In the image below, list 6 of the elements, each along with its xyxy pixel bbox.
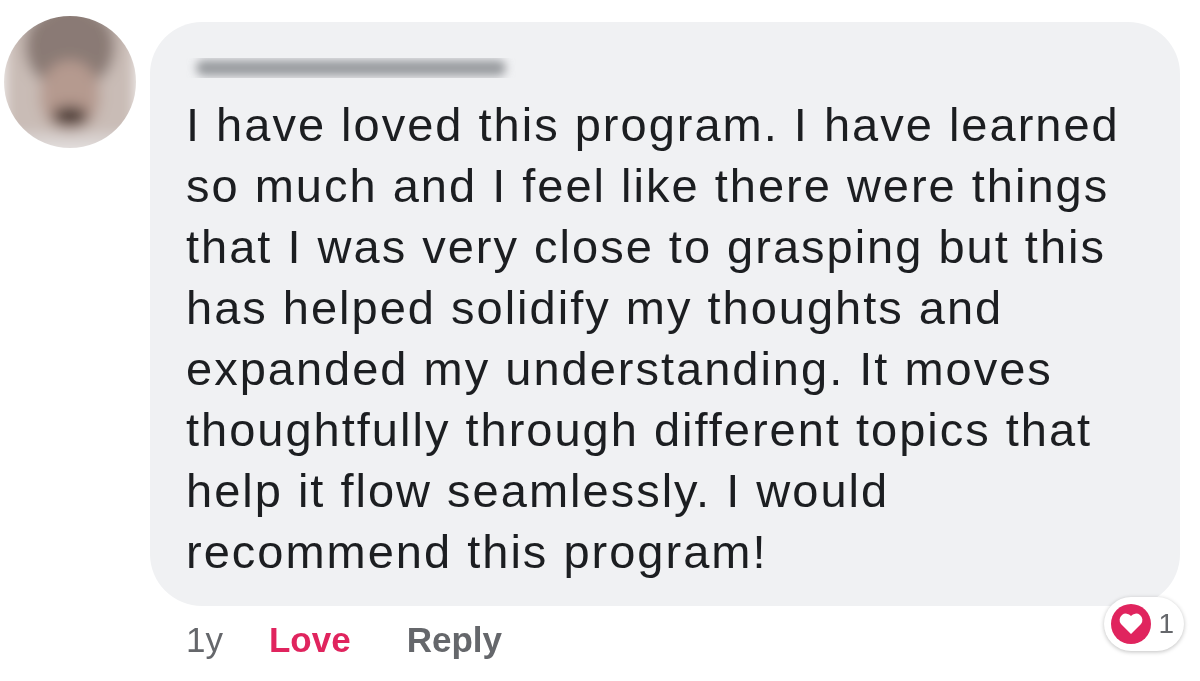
reaction-badge[interactable]: 1 [1104, 597, 1184, 651]
love-link[interactable]: Love [268, 620, 351, 660]
comment-time: 1y [186, 620, 223, 660]
reaction-count: 1 [1158, 608, 1174, 640]
comment-text: I have loved this program. I have learned so much and I feel like there were things that I was very close to grasping but this has helped solidify my thoughts and expanded my understanding. It moves thoughtfully through different topics that help it flow seamlessly. I would recommend this program! [186, 97, 1121, 580]
reply-link[interactable]: Reply [406, 620, 502, 660]
